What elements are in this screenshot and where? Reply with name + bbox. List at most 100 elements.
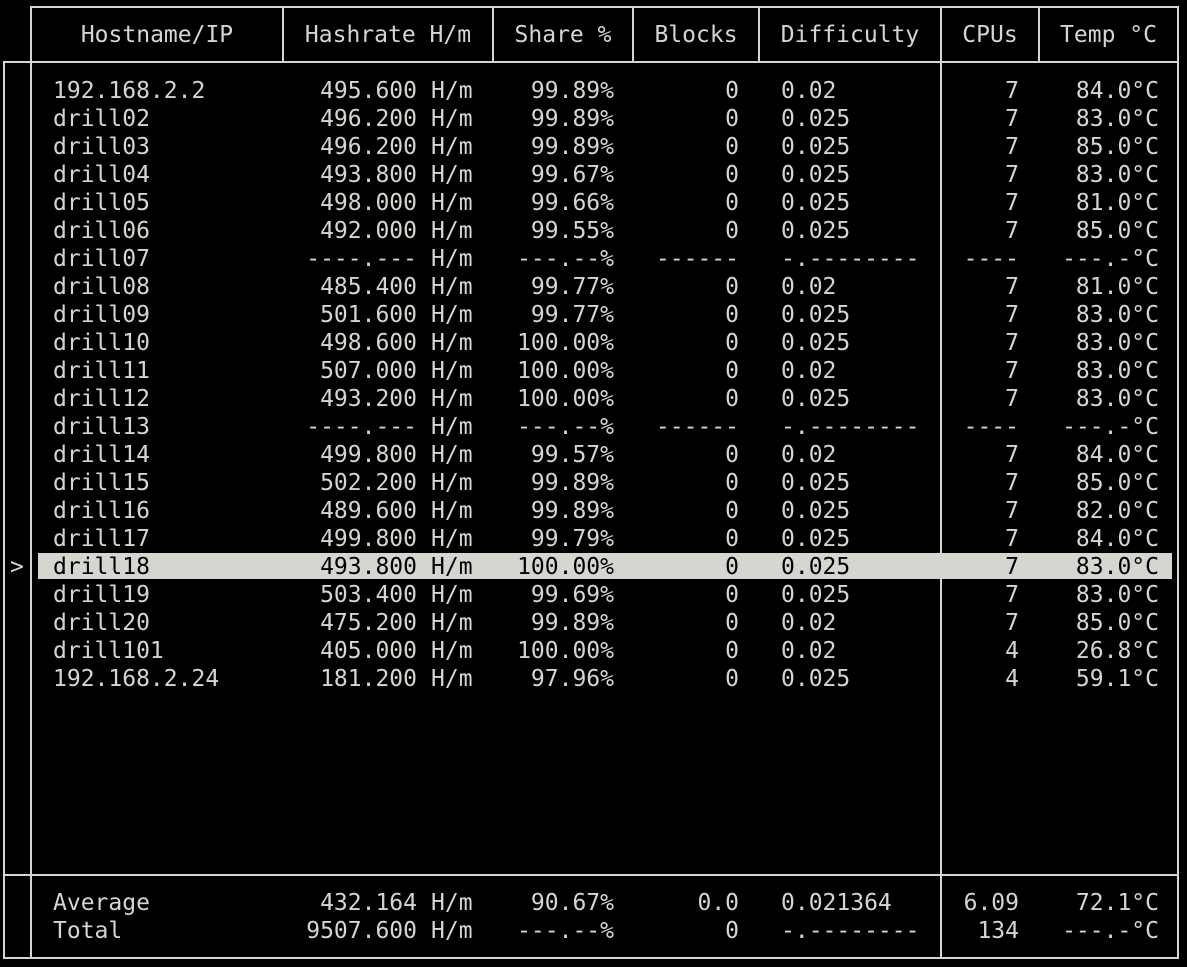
cell-blocks: ------	[655, 246, 739, 272]
cell-unit: H/m	[431, 610, 473, 636]
table-row[interactable]: drill07 ----.--- H/m ---.--% ------ -.-------…	[0, 245, 1187, 273]
table-row[interactable]: > drill18 493.800 H/m 100.00% 0 0.025 7 83.0°C	[0, 553, 1187, 581]
table-row[interactable]: drill05 498.000 H/m 99.66% 0 0.025 7 81.0°C	[0, 189, 1187, 217]
cell-cpus: 7	[1005, 162, 1019, 188]
cell-temp: 84.0°C	[1075, 526, 1159, 552]
cell-blocks: 0	[725, 582, 739, 608]
table-row[interactable]: drill17 499.800 H/m 99.79% 0 0.025 7 84.0°C	[0, 525, 1187, 553]
cell-temp: ---.-°C	[1062, 918, 1159, 944]
cell-cpus: 6.09	[963, 890, 1019, 916]
cell-unit: H/m	[431, 190, 473, 216]
cell-blocks: 0.0	[697, 890, 739, 916]
cell-blocks: 0	[725, 218, 739, 244]
table-row[interactable]: drill04 493.800 H/m 99.67% 0 0.025 7 83.0°C	[0, 161, 1187, 189]
cell-temp: 85.0°C	[1075, 218, 1159, 244]
cell-hashrate: 405.000	[320, 638, 417, 664]
cell-unit: H/m	[431, 386, 473, 412]
cell-difficulty: 0.025	[781, 330, 851, 356]
cell-hostname: drill12	[53, 386, 150, 412]
cell-blocks: 0	[725, 78, 739, 104]
cell-cpus: ----	[963, 246, 1019, 272]
cell-temp: 83.0°C	[1075, 554, 1159, 580]
table-row[interactable]: drill14 499.800 H/m 99.57% 0 0.02 7 84.0°C	[0, 441, 1187, 469]
table-row[interactable]: drill11 507.000 H/m 100.00% 0 0.02 7 83.0°C	[0, 357, 1187, 385]
table-row[interactable]: drill16 489.600 H/m 99.89% 0 0.025 7 82.0°C	[0, 497, 1187, 525]
table-row[interactable]: drill03 496.200 H/m 99.89% 0 0.025 7 85.0°C	[0, 133, 1187, 161]
cell-blocks: 0	[725, 470, 739, 496]
cell-hostname: drill101	[53, 638, 164, 664]
header-blocks[interactable]: Blocks	[634, 7, 758, 62]
table-row[interactable]: drill10 498.600 H/m 100.00% 0 0.025 7 83.0°C	[0, 329, 1187, 357]
cell-hostname: drill13	[53, 414, 150, 440]
cell-hashrate: 496.200	[320, 106, 417, 132]
total-row: Total 9507.600 H/m ---.--% 0 -.-------- 134 ---…	[0, 917, 1187, 945]
table-row[interactable]: 192.168.2.2 495.600 H/m 99.89% 0 0.02 7 84.0°C	[0, 77, 1187, 105]
cell-temp: 83.0°C	[1075, 162, 1159, 188]
cell-hostname: drill06	[53, 218, 150, 244]
cell-temp: 84.0°C	[1075, 78, 1159, 104]
cell-unit: H/m	[431, 582, 473, 608]
cell-hashrate: 489.600	[320, 498, 417, 524]
cell-difficulty: 0.025	[781, 526, 851, 552]
cell-unit: H/m	[431, 918, 473, 944]
cell-blocks: 0	[725, 666, 739, 692]
cell-hostname: 192.168.2.2	[53, 78, 206, 104]
cell-hashrate: 9507.600	[306, 918, 417, 944]
header-hashrate[interactable]: Hashrate H/m	[284, 7, 492, 62]
table-row[interactable]: drill13 ----.--- H/m ---.--% ------ -.-------…	[0, 413, 1187, 441]
cell-share: 90.67%	[530, 890, 614, 916]
cell-temp: 83.0°C	[1075, 106, 1159, 132]
cell-cpus: 7	[1005, 470, 1019, 496]
table-row[interactable]: drill02 496.200 H/m 99.89% 0 0.025 7 83.0°C	[0, 105, 1187, 133]
table-row[interactable]: 192.168.2.24 181.200 H/m 97.96% 0 0.025 4 59.1°…	[0, 665, 1187, 693]
cell-cpus: ----	[963, 414, 1019, 440]
table-row[interactable]: drill12 493.200 H/m 100.00% 0 0.025 7 83.0°C	[0, 385, 1187, 413]
header-share[interactable]: Share %	[494, 7, 632, 62]
table-row[interactable]: drill20 475.200 H/m 99.89% 0 0.02 7 85.0°C	[0, 609, 1187, 637]
cell-blocks: 0	[725, 190, 739, 216]
table-row[interactable]: drill19 503.400 H/m 99.69% 0 0.025 7 83.0°C	[0, 581, 1187, 609]
cell-difficulty: 0.025	[781, 134, 851, 160]
cell-cpus: 7	[1005, 190, 1019, 216]
table-row[interactable]: drill15 502.200 H/m 99.89% 0 0.025 7 85.0°C	[0, 469, 1187, 497]
cell-unit: H/m	[431, 666, 473, 692]
cell-hostname: drill14	[53, 442, 150, 468]
cell-hashrate: 498.600	[320, 330, 417, 356]
cell-temp: 59.1°C	[1075, 666, 1159, 692]
cell-unit: H/m	[431, 890, 473, 916]
header-difficulty[interactable]: Difficulty	[760, 7, 940, 62]
cell-hostname: drill10	[53, 330, 150, 356]
header-temp[interactable]: Temp °C	[1040, 7, 1177, 62]
header-cpus[interactable]: CPUs	[942, 7, 1038, 62]
cell-difficulty: -.--------	[781, 918, 920, 944]
selection-cursor-icon: >	[10, 554, 24, 580]
table-row[interactable]: drill101 405.000 H/m 100.00% 0 0.02 4 26.8°C	[0, 637, 1187, 665]
cell-cpus: 7	[1005, 526, 1019, 552]
header-hostname[interactable]: Hostname/IP	[32, 7, 282, 62]
table-row[interactable]: drill06 492.000 H/m 99.55% 0 0.025 7 85.0°C	[0, 217, 1187, 245]
cell-hostname: Total	[53, 918, 123, 944]
cell-share: 99.89%	[530, 498, 614, 524]
cell-unit: H/m	[431, 106, 473, 132]
cell-blocks: 0	[725, 330, 739, 356]
cell-hostname: drill04	[53, 162, 150, 188]
cell-share: ---.--%	[517, 918, 614, 944]
cell-share: 99.89%	[530, 106, 614, 132]
cell-hostname: drill02	[53, 106, 150, 132]
table-row[interactable]: drill09 501.600 H/m 99.77% 0 0.025 7 83.0°C	[0, 301, 1187, 329]
cell-hostname: drill03	[53, 134, 150, 160]
cell-share: 100.00%	[517, 554, 614, 580]
cell-share: 100.00%	[517, 330, 614, 356]
cell-unit: H/m	[431, 442, 473, 468]
cell-unit: H/m	[431, 330, 473, 356]
cell-blocks: 0	[725, 526, 739, 552]
cell-blocks: 0	[725, 302, 739, 328]
cell-hashrate: 493.800	[320, 554, 417, 580]
cell-blocks: 0	[725, 442, 739, 468]
cell-blocks: 0	[725, 638, 739, 664]
cell-hashrate: 502.200	[320, 470, 417, 496]
cell-temp: 83.0°C	[1075, 582, 1159, 608]
table-row[interactable]: drill08 485.400 H/m 99.77% 0 0.02 7 81.0°C	[0, 273, 1187, 301]
cell-cpus: 7	[1005, 610, 1019, 636]
cell-temp: 83.0°C	[1075, 302, 1159, 328]
